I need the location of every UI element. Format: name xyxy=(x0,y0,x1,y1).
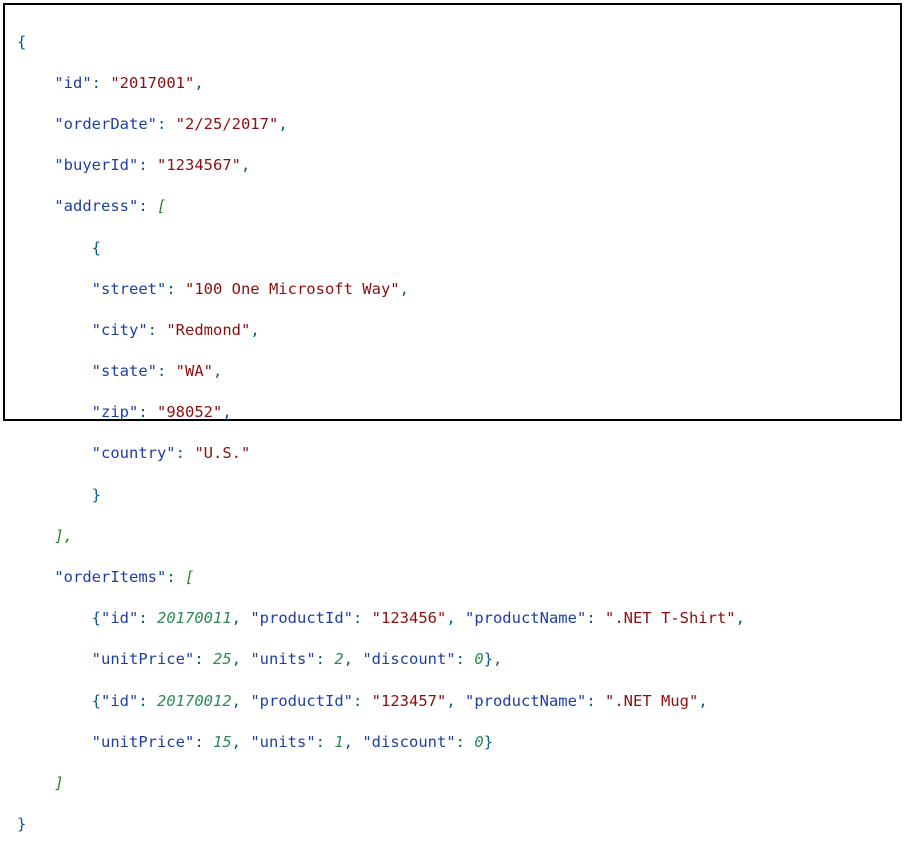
close-brace: } xyxy=(91,485,101,504)
code-line: { xyxy=(17,32,745,53)
json-key: "unitPrice" xyxy=(91,732,195,751)
code-line: "orderDate": "2/25/2017", xyxy=(54,114,288,133)
code-line: "country": "U.S." xyxy=(91,444,251,463)
json-key: "street" xyxy=(91,279,167,298)
code-line: "orderItems": [ xyxy=(54,568,195,587)
close-brace: } xyxy=(17,815,27,834)
json-value: "Redmond" xyxy=(166,320,251,339)
json-key: "address" xyxy=(54,197,139,216)
json-number: 25 xyxy=(212,650,232,669)
json-value: "123457" xyxy=(371,691,447,710)
code-line: ], xyxy=(17,526,745,547)
json-number: 2 xyxy=(334,650,344,669)
open-bracket: [ xyxy=(184,568,195,587)
json-number: 20170011 xyxy=(157,609,232,628)
close-bracket: ], xyxy=(54,526,73,545)
code-line: "state": "WA", xyxy=(91,362,223,381)
json-key: "orderDate" xyxy=(54,114,157,133)
code-line: "unitPrice": 15, "units": 1, "discount":… xyxy=(91,732,494,751)
json-value: "100 One Microsoft Way" xyxy=(184,279,400,298)
code-line: "city": "Redmond", xyxy=(91,320,260,339)
code-line: ] xyxy=(17,773,745,794)
json-key: "discount" xyxy=(362,732,456,751)
json-value: "123456" xyxy=(371,609,447,628)
json-number: 0 xyxy=(474,732,484,751)
code-line: "zip": "98052", xyxy=(91,403,232,422)
open-brace: { xyxy=(91,238,101,257)
json-number: 1 xyxy=(334,732,344,751)
code-line: "unitPrice": 25, "units": 2, "discount":… xyxy=(91,650,503,669)
open-brace: { xyxy=(17,32,27,51)
json-key: "id" xyxy=(101,691,139,710)
json-key: "productName" xyxy=(464,691,587,710)
json-value: "U.S." xyxy=(194,444,251,463)
json-key: "units" xyxy=(250,732,316,751)
json-value: ".NET Mug" xyxy=(604,691,699,710)
json-key: "orderItems" xyxy=(54,568,167,587)
code-line: {"id": 20170011, "productId": "123456", … xyxy=(91,609,745,628)
code-line: } xyxy=(17,485,745,506)
json-key: "country" xyxy=(91,444,176,463)
json-key: "productName" xyxy=(464,609,587,628)
json-value: ".NET T-Shirt" xyxy=(604,609,736,628)
json-key: "discount" xyxy=(362,650,456,669)
code-line: { xyxy=(17,238,745,259)
json-key: "id" xyxy=(101,609,139,628)
code-frame: { "id": "2017001", "orderDate": "2/25/20… xyxy=(3,3,902,833)
json-key: "city" xyxy=(91,320,148,339)
json-key: "units" xyxy=(250,650,316,669)
json-key: "productId" xyxy=(250,691,353,710)
code-line: "buyerId": "1234567", xyxy=(54,156,251,175)
json-code-block: { "id": "2017001", "orderDate": "2/25/20… xyxy=(17,11,745,852)
json-value: "WA" xyxy=(175,362,213,381)
code-line: } xyxy=(17,814,745,835)
json-value: "98052" xyxy=(157,403,223,422)
close-bracket: ] xyxy=(54,773,64,792)
code-line: {"id": 20170012, "productId": "123457", … xyxy=(91,691,708,710)
json-value: "2/25/2017" xyxy=(175,114,279,133)
json-value: "2017001" xyxy=(110,73,195,92)
json-value: "1234567" xyxy=(157,156,241,175)
json-number: 15 xyxy=(212,732,232,751)
code-line: "address": [ xyxy=(54,197,167,216)
json-key: "zip" xyxy=(91,403,139,422)
json-key: "buyerId" xyxy=(54,156,139,175)
json-key: "state" xyxy=(91,362,157,381)
json-key: "id" xyxy=(54,73,92,92)
code-line: "id": "2017001", xyxy=(54,73,204,92)
json-key: "unitPrice" xyxy=(91,650,195,669)
json-number: 20170012 xyxy=(157,691,232,710)
code-line: "street": "100 One Microsoft Way", xyxy=(91,279,409,298)
json-key: "productId" xyxy=(250,609,353,628)
open-bracket: [ xyxy=(157,197,167,216)
json-number: 0 xyxy=(474,650,484,669)
